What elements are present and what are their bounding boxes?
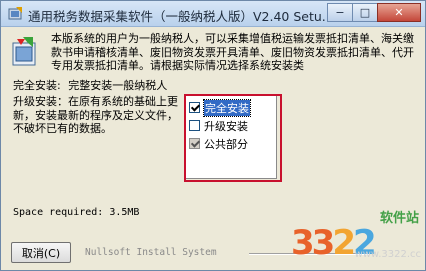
install-type-value: 完整安装一般纳税人	[68, 79, 168, 92]
watermark-site-label: 软件站	[379, 211, 419, 226]
component-label: 升级安装	[204, 119, 248, 133]
space-required: Space required: 3.5MB	[13, 207, 140, 218]
component-list[interactable]: 完全安装 升级安装 公共部分	[184, 94, 282, 182]
window-title: 通用税务数据采集软件（一般纳税人版）V2.40 Setu...	[28, 9, 334, 24]
component-label: 完全安装	[203, 98, 251, 117]
upgrade-install-checkbox[interactable]	[189, 120, 200, 131]
nullsoft-branding: Nullsoft Install System	[85, 247, 217, 258]
component-item-full[interactable]: 完全安装	[189, 98, 251, 117]
minimize-button[interactable]: −	[327, 3, 353, 22]
full-install-checkbox[interactable]	[189, 102, 200, 113]
installer-package-icon	[12, 37, 36, 66]
intro-description: 本版系统的用户为一般纳税人，可以采集增值税运输发票抵扣清单、海关缴款书申请稽核清…	[51, 32, 414, 72]
component-description: 升级安装：在原有系统的基础上更新，安装最新的程序及定义文件，不破坏已有的数据。	[13, 95, 178, 135]
installer-window: 通用税务数据采集软件（一般纳税人版）V2.40 Setu... − □ ✕ 本版…	[0, 0, 426, 271]
component-item-upgrade[interactable]: 升级安装	[189, 118, 248, 133]
installer-app-icon	[8, 7, 22, 20]
component-label: 公共部分	[204, 137, 248, 151]
installer-body: 本版系统的用户为一般纳税人，可以采集增值税运输发票抵扣清单、海关缴款书申请稽核清…	[1, 27, 425, 270]
title-bar[interactable]: 通用税务数据采集软件（一般纳税人版）V2.40 Setu... − □ ✕	[1, 1, 425, 27]
site-watermark: 软件站 3322 www.3322.cc	[291, 207, 425, 269]
maximize-button[interactable]: □	[352, 3, 378, 22]
component-item-common[interactable]: 公共部分	[189, 136, 248, 151]
install-type-row: 完全安装: 完整安装一般纳税人	[13, 77, 167, 93]
install-type-label: 完全安装:	[13, 79, 61, 92]
close-button[interactable]: ✕	[377, 3, 421, 22]
cancel-button[interactable]: 取消(C)	[11, 242, 71, 263]
common-part-checkbox	[189, 138, 200, 149]
watermark-url: www.3322.cc	[354, 249, 421, 260]
